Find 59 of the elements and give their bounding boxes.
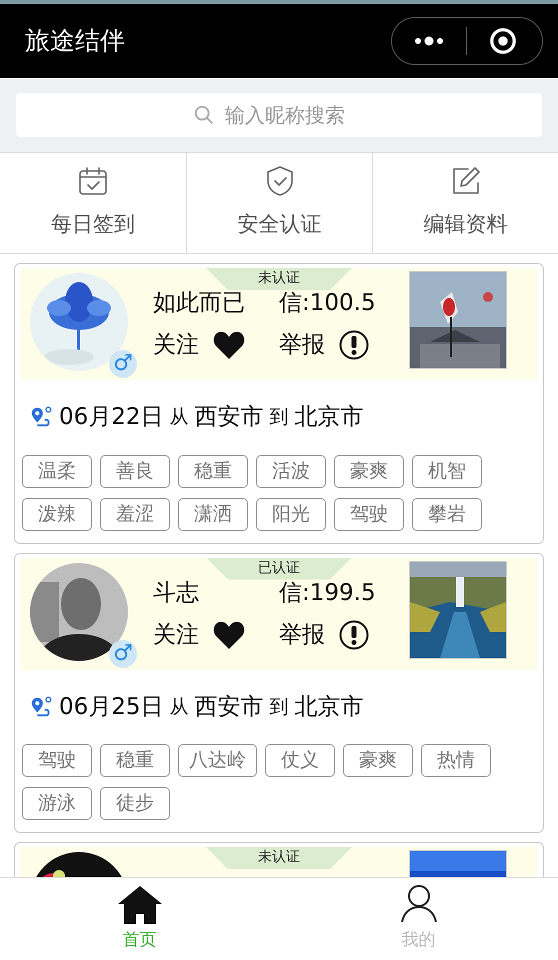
user-name: 斗志 <box>153 578 200 608</box>
credit-score: 信:199.5 <box>279 578 376 608</box>
origin-city: 西安市 <box>194 692 264 722</box>
tag: 潇洒 <box>178 498 248 530</box>
verification-badge: 已认证 <box>206 558 352 580</box>
page-title: 旅途结伴 <box>25 25 125 58</box>
tag: 善良 <box>100 454 170 488</box>
search-field[interactable]: 输入昵称搜索 <box>16 93 542 137</box>
from-label: 从 <box>170 694 189 720</box>
report-button[interactable]: 举报 <box>279 330 376 360</box>
gender-badge: ♂ <box>109 640 137 668</box>
destination-city: 北京市 <box>294 692 364 722</box>
report-button[interactable]: 举报 <box>279 620 376 650</box>
tag: 活波 <box>256 454 326 488</box>
tag: 驾驶 <box>334 498 404 530</box>
tag: 稳重 <box>178 454 248 488</box>
follow-button[interactable]: 关注 <box>153 330 279 360</box>
route-icon <box>29 694 53 719</box>
origin-city: 西安市 <box>194 403 264 432</box>
follow-button[interactable]: 关注 <box>153 620 279 650</box>
tag: 稳重 <box>100 744 170 777</box>
trip-date: 06月25日 <box>59 692 164 722</box>
search-icon <box>193 104 215 126</box>
tag: 泼辣 <box>22 498 92 530</box>
destination-city: 北京市 <box>294 403 364 432</box>
tag: 游泳 <box>22 787 92 820</box>
home-icon <box>118 884 162 924</box>
from-label: 从 <box>170 405 189 430</box>
tag: 仗义 <box>265 744 335 777</box>
tag: 机智 <box>412 454 482 488</box>
exclamation-icon <box>339 330 369 360</box>
gender-badge: ♂ <box>109 350 137 378</box>
user-name: 如此而已 <box>153 289 246 318</box>
to-label: 到 <box>270 694 289 720</box>
verification-badge: 未认证 <box>206 268 352 290</box>
tag: 攀岩 <box>412 498 482 530</box>
tag: 徒步 <box>100 787 170 820</box>
tag: 温柔 <box>22 454 92 488</box>
tag: 驾驶 <box>22 744 92 777</box>
heart-icon <box>213 331 245 359</box>
action-button[interactable]: 每日签到 <box>0 153 186 253</box>
trip-date: 06月22日 <box>59 403 164 432</box>
tag: 豪爽 <box>343 744 413 777</box>
heart-icon <box>213 620 245 648</box>
tag: 豪爽 <box>334 454 404 488</box>
action-button[interactable]: 安全认证 <box>186 153 372 253</box>
search-input[interactable]: 输入昵称搜索 <box>225 100 365 130</box>
calendar-icon <box>77 165 109 198</box>
to-label: 到 <box>270 405 289 430</box>
exclamation-icon <box>339 620 369 650</box>
credit-score: 信:100.5 <box>279 289 376 318</box>
more-icon[interactable] <box>414 36 444 46</box>
action-button[interactable]: 编辑资料 <box>372 153 558 253</box>
tag: 羞涩 <box>100 498 170 530</box>
verification-badge: 未认证 <box>206 847 352 869</box>
person-icon <box>398 884 438 924</box>
tag: 八达岭 <box>178 744 257 777</box>
tag: 热情 <box>421 744 491 777</box>
tag: 阳光 <box>256 498 326 530</box>
